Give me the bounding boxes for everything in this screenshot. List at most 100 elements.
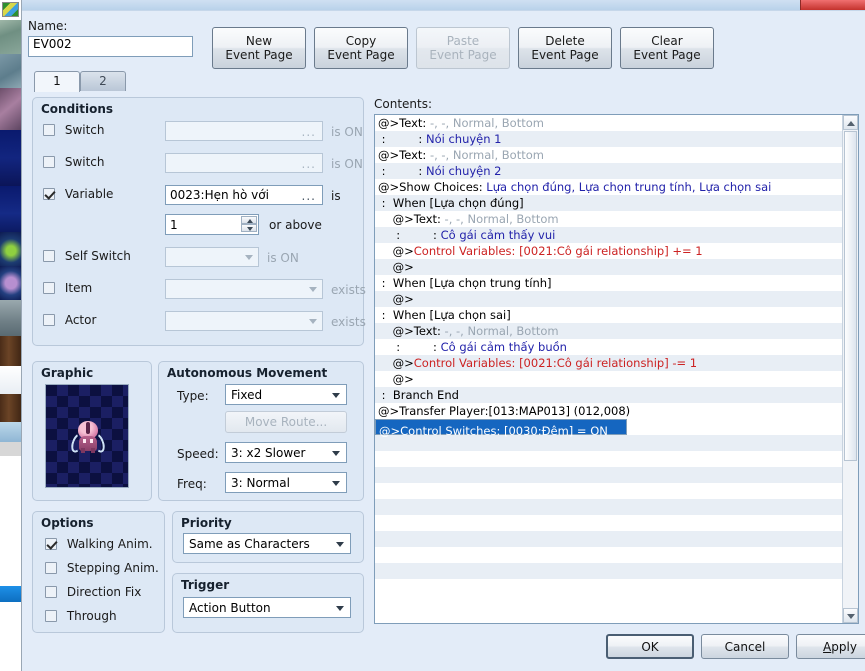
item-checkbox[interactable] (43, 281, 55, 294)
tileset-tile[interactable] (0, 394, 22, 422)
option-walking-anim[interactable]: Walking Anim. (45, 536, 153, 551)
switch-2-checkbox[interactable] (43, 155, 55, 168)
actor-checkbox[interactable] (43, 313, 55, 326)
event-command-row-empty[interactable] (375, 451, 843, 467)
event-name-input[interactable]: EV002 (28, 36, 193, 57)
tileset-tile[interactable] (0, 130, 22, 186)
tileset-tile[interactable] (0, 20, 22, 54)
through-checkbox[interactable] (45, 609, 57, 622)
event-command-row[interactable]: : : Cô gái cảm thấy vui (375, 227, 843, 243)
event-command-row[interactable]: @>Text: -, -, Normal, Bottom (375, 115, 843, 131)
event-command-row-empty[interactable] (375, 515, 843, 531)
event-commands-list[interactable]: @>Text: -, -, Normal, Bottom : : Nói chu… (374, 114, 859, 624)
event-command-row-empty[interactable] (375, 467, 843, 483)
event-command-row-empty[interactable] (375, 531, 843, 547)
movement-freq-select[interactable]: 3: Normal (225, 472, 347, 493)
event-command-row[interactable]: @> (375, 259, 843, 275)
option-stepping-anim[interactable]: Stepping Anim. (45, 560, 159, 575)
contents-scrollbar[interactable] (842, 115, 858, 623)
event-command-row-empty[interactable] (375, 499, 843, 515)
variable-value[interactable]: 0023:Hẹn hò với ... (165, 185, 323, 205)
stepping-anim-checkbox[interactable] (45, 561, 57, 574)
clear-event-page-button[interactable]: Clear Event Page (620, 27, 714, 69)
event-command-row[interactable]: @> (375, 371, 843, 387)
tileset-tile[interactable] (0, 336, 22, 366)
stepper-buttons[interactable] (241, 216, 257, 233)
event-command-row[interactable]: @>Show Choices: Lựa chọn đúng, Lựa chọn … (375, 179, 843, 195)
chevron-down-icon[interactable] (332, 451, 340, 456)
event-command-row-empty[interactable] (375, 547, 843, 563)
event-command-row[interactable]: @>Text: -, -, Normal, Bottom (375, 323, 843, 339)
chevron-down-icon[interactable] (332, 481, 340, 486)
event-command-row[interactable]: @>Control Variables: [0021:Cô gái relati… (375, 243, 843, 259)
event-command-row[interactable]: @> (375, 291, 843, 307)
event-commands-rows[interactable]: @>Text: -, -, Normal, Bottom : : Nói chu… (375, 115, 843, 623)
tileset-tile[interactable] (0, 186, 22, 232)
option-through[interactable]: Through (45, 608, 117, 623)
direction-fix-checkbox[interactable] (45, 585, 57, 598)
variable-ellipsis-icon[interactable]: ... (302, 189, 316, 203)
stepper-up-icon[interactable] (241, 216, 257, 224)
switch-1-ellipsis-icon[interactable]: ... (302, 125, 316, 139)
tab-page-1[interactable]: 1 (34, 71, 80, 92)
event-command-row[interactable]: : : Nói chuyện 2 (375, 163, 843, 179)
tileset-tile[interactable] (0, 442, 22, 456)
event-command-row[interactable]: : : Nói chuyện 1 (375, 131, 843, 147)
variable-checkbox[interactable] (43, 187, 55, 200)
tab-page-2[interactable]: 2 (80, 71, 126, 91)
priority-select[interactable]: Same as Characters (183, 533, 351, 554)
event-command-row-empty[interactable] (375, 483, 843, 499)
chevron-down-icon[interactable] (245, 255, 253, 260)
variable-amount-stepper[interactable]: 1 (165, 214, 259, 235)
event-command-row[interactable]: : Branch End (375, 387, 843, 403)
chevron-down-icon[interactable] (336, 542, 344, 547)
self-switch-checkbox[interactable] (43, 249, 55, 262)
scroll-up-icon[interactable] (843, 115, 858, 130)
stepper-down-icon[interactable] (241, 224, 257, 232)
chevron-down-icon[interactable] (332, 393, 340, 398)
movement-speed-select[interactable]: 3: x2 Slower (225, 442, 347, 463)
tileset-tile[interactable] (0, 54, 22, 88)
character-graphic-preview[interactable] (45, 384, 129, 488)
event-command-row[interactable]: @>Text: -, -, Normal, Bottom (375, 211, 843, 227)
movement-type-select[interactable]: Fixed (225, 384, 347, 405)
event-command-row[interactable]: : When [Lựa chọn đúng] (375, 195, 843, 211)
switch-1-checkbox[interactable] (43, 123, 55, 136)
apply-button[interactable]: Apply (796, 634, 865, 659)
chevron-down-icon[interactable] (309, 287, 317, 292)
new-event-page-button[interactable]: New Event Page (212, 27, 306, 69)
switch-2-value[interactable]: ... (165, 153, 323, 173)
chevron-down-icon[interactable] (309, 319, 317, 324)
event-command-row[interactable]: @>Text: -, -, Normal, Bottom (375, 147, 843, 163)
scrollbar-thumb[interactable] (844, 131, 857, 461)
tileset-tile[interactable] (0, 366, 22, 394)
tileset-tile[interactable] (0, 456, 22, 586)
event-command-row[interactable]: @>Control Variables: [0021:Cô gái relati… (375, 355, 843, 371)
ok-button[interactable]: OK (606, 634, 694, 659)
event-command-row-selected[interactable]: @>Control Switches: [0030:Đêm] = ON (375, 419, 627, 438)
scroll-down-icon[interactable] (843, 608, 858, 623)
switch-1-value[interactable]: ... (165, 121, 323, 141)
copy-event-page-button[interactable]: Copy Event Page (314, 27, 408, 69)
tileset-tile[interactable] (0, 602, 22, 671)
actor-select[interactable] (165, 311, 323, 331)
tileset-tile[interactable] (0, 232, 22, 266)
item-select[interactable] (165, 279, 323, 299)
self-switch-select[interactable] (165, 247, 259, 267)
tileset-tile[interactable] (0, 266, 22, 300)
cancel-button[interactable]: Cancel (701, 634, 789, 659)
chevron-down-icon[interactable] (336, 606, 344, 611)
switch-2-ellipsis-icon[interactable]: ... (302, 157, 316, 171)
event-command-row[interactable]: @>Transfer Player:[013:MAP013] (012,008) (375, 403, 843, 419)
event-command-row[interactable]: : When [Lựa chọn trung tính] (375, 275, 843, 291)
tileset-tile-selected[interactable] (0, 586, 22, 602)
event-command-row[interactable]: : When [Lựa chọn sai] (375, 307, 843, 323)
option-direction-fix[interactable]: Direction Fix (45, 584, 141, 599)
delete-event-page-button[interactable]: Delete Event Page (518, 27, 612, 69)
trigger-select[interactable]: Action Button (183, 597, 351, 618)
event-command-row-empty[interactable] (375, 563, 843, 579)
tileset-tile[interactable] (0, 300, 22, 336)
event-command-row-empty[interactable] (375, 579, 843, 595)
tileset-tile[interactable] (0, 88, 22, 130)
walking-anim-checkbox[interactable] (45, 537, 57, 550)
